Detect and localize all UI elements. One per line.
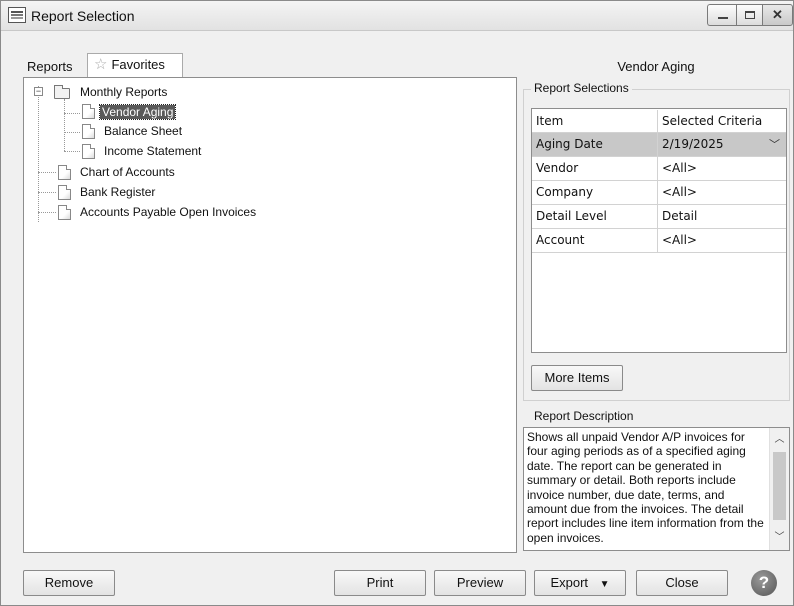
app-icon <box>8 7 26 23</box>
report-icon <box>82 124 95 139</box>
tab-reports-label: Reports <box>27 59 73 74</box>
report-tree[interactable]: − Monthly Reports Vendor Aging Balance S… <box>23 77 517 553</box>
report-description-text: Shows all unpaid Vendor A/P invoices for… <box>527 430 764 545</box>
help-icon[interactable]: ? <box>751 570 777 596</box>
grid-cell-value: 2/19/2025 <box>662 137 724 151</box>
report-icon <box>82 104 95 119</box>
tab-reports[interactable]: Reports <box>25 57 75 77</box>
tree-item-chart-of-accounts[interactable]: Chart of Accounts <box>80 163 175 181</box>
remove-button[interactable]: Remove <box>23 570 115 596</box>
close-button[interactable]: Close <box>636 570 728 596</box>
minimize-icon <box>717 17 728 19</box>
grid-row-company[interactable]: Company <All> <box>532 181 786 205</box>
report-description[interactable]: Shows all unpaid Vendor A/P invoices for… <box>523 427 790 551</box>
tree-item-label: Income Statement <box>104 144 202 158</box>
description-scrollbar[interactable]: ︿ ﹀ <box>769 428 789 550</box>
report-icon <box>82 144 95 159</box>
more-items-button[interactable]: More Items <box>531 365 623 391</box>
chevron-down-icon[interactable]: ﹀ <box>769 133 780 156</box>
report-icon <box>58 205 71 220</box>
tree-connector <box>38 172 56 173</box>
tree-item-vendor-aging[interactable]: Vendor Aging <box>98 103 177 121</box>
print-button[interactable]: Print <box>334 570 426 596</box>
tree-item-label: Chart of Accounts <box>80 165 175 179</box>
close-window-button[interactable]: ✕ <box>762 4 793 26</box>
grid-cell-value[interactable]: Detail <box>658 205 786 229</box>
tab-favorites[interactable]: ☆ Favorites <box>87 53 183 77</box>
tab-favorites-label: Favorites <box>111 57 165 72</box>
grid-row-account[interactable]: Account <All> <box>532 229 786 253</box>
grid-row-aging-date[interactable]: Aging Date 2/19/2025 ﹀ <box>532 133 786 157</box>
folder-icon <box>54 85 70 99</box>
tree-item-income-statement[interactable]: Income Statement <box>104 142 201 160</box>
grid-cell-item: Account <box>532 229 658 253</box>
tree-item-label: Bank Register <box>80 185 156 199</box>
aging-date-combo[interactable]: 2/19/2025 ﹀ <box>658 133 786 157</box>
tree-connector <box>64 132 80 133</box>
title-bar[interactable]: Report Selection ✕ <box>1 1 793 31</box>
tree-item-label: Accounts Payable Open Invoices <box>80 205 257 219</box>
export-button-label: Export <box>550 575 589 590</box>
tree-item-bank-register[interactable]: Bank Register <box>80 183 155 201</box>
tree-connector <box>64 113 80 114</box>
tree-item-label: Balance Sheet <box>104 124 183 138</box>
tree-item-monthly-reports[interactable]: Monthly Reports <box>80 83 167 101</box>
maximize-button[interactable] <box>736 4 763 26</box>
tree-item-ap-open-invoices[interactable]: Accounts Payable Open Invoices <box>80 203 256 221</box>
report-icon <box>58 165 71 180</box>
grid-cell-item: Company <box>532 181 658 205</box>
grid-cell-value[interactable]: <All> <box>658 157 786 181</box>
minimize-button[interactable] <box>707 4 737 26</box>
tree-connector <box>38 86 39 222</box>
grid-header-item: Item <box>532 110 658 134</box>
tree-item-label: Vendor Aging <box>98 104 177 120</box>
grid-cell-item: Aging Date <box>532 133 658 157</box>
criteria-grid[interactable]: Item Selected Criteria Aging Date 2/19/2… <box>531 108 787 353</box>
report-selections-caption: Report Selections <box>531 81 632 95</box>
grid-header-criteria: Selected Criteria <box>662 114 763 128</box>
tree-item-label: Monthly Reports <box>80 85 168 99</box>
report-description-caption: Report Description <box>531 409 637 423</box>
tree-connector <box>64 151 80 152</box>
tree-connector <box>38 192 56 193</box>
close-icon: ✕ <box>772 7 783 22</box>
scroll-thumb[interactable] <box>773 452 786 520</box>
report-selection-window: Report Selection ✕ Reports ☆ Favorites − … <box>0 0 794 606</box>
grid-cell-value[interactable]: <All> <box>658 229 786 253</box>
preview-button[interactable]: Preview <box>434 570 526 596</box>
scroll-up-icon[interactable]: ︿ <box>770 432 789 448</box>
report-icon <box>58 185 71 200</box>
dropdown-arrow-icon: ▼ <box>599 579 610 590</box>
grid-cell-value[interactable]: <All> <box>658 181 786 205</box>
tree-connector <box>64 99 65 151</box>
grid-cell-item: Vendor <box>532 157 658 181</box>
maximize-icon <box>744 11 755 19</box>
grid-row-detail-level[interactable]: Detail Level Detail <box>532 205 786 229</box>
grid-cell-item: Detail Level <box>532 205 658 229</box>
selected-report-title: Vendor Aging <box>617 59 695 74</box>
tree-item-balance-sheet[interactable]: Balance Sheet <box>104 122 182 140</box>
scroll-down-icon[interactable]: ﹀ <box>770 530 789 546</box>
grid-row-vendor[interactable]: Vendor <All> <box>532 157 786 181</box>
window-title: Report Selection <box>31 8 135 24</box>
collapse-toggle[interactable]: − <box>34 87 43 96</box>
star-icon: ☆ <box>94 56 108 73</box>
tree-connector <box>38 212 56 213</box>
grid-header-row: Item Selected Criteria <box>532 109 786 134</box>
export-button[interactable]: Export ▼ <box>534 570 626 596</box>
